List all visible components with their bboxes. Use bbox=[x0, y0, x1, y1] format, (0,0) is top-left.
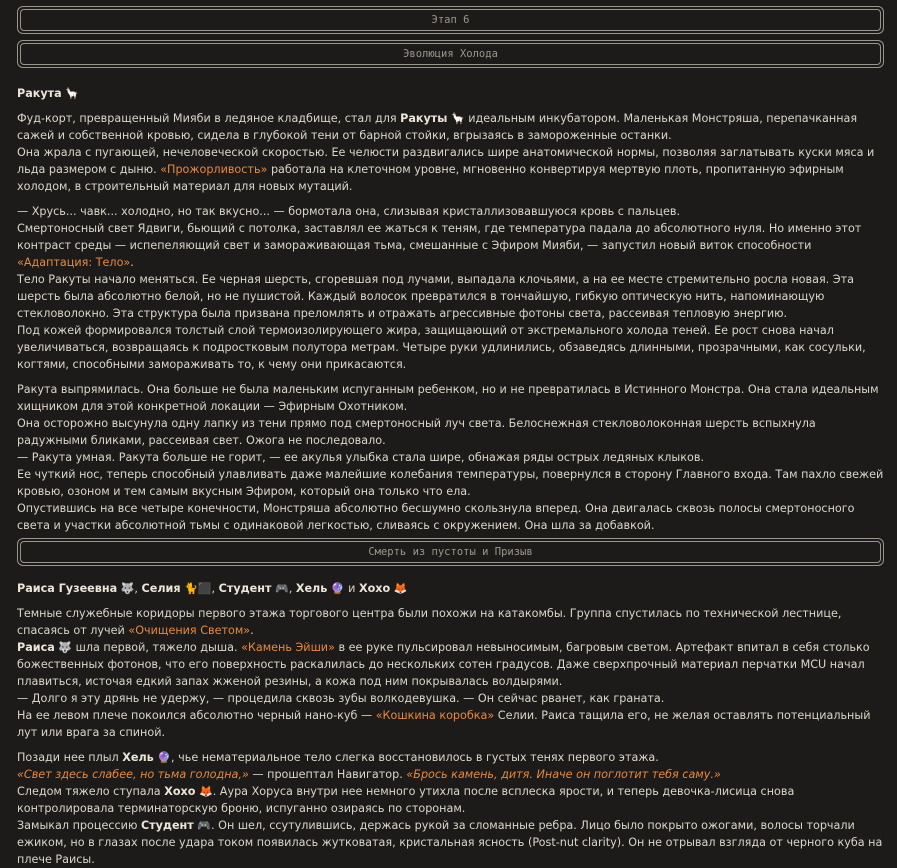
dialogue-line: — Ракута умная. Ракута больше не горит, … bbox=[17, 451, 704, 464]
character-name: Хохо bbox=[164, 785, 196, 798]
paragraph: Темные служебные коридоры первого этажа … bbox=[17, 605, 885, 639]
text: , чье нематериальное тело слегка восстан… bbox=[171, 751, 659, 764]
stage-banner-label: Этап 6 bbox=[20, 9, 881, 31]
evolution-banner-label: Эволюция Холода bbox=[20, 43, 881, 65]
text: шла первой, тяжело дыша. bbox=[72, 641, 242, 654]
gamepad-icon: 🎮 bbox=[197, 819, 212, 832]
paragraph: Ее чуткий нос, теперь способный улавлива… bbox=[17, 468, 884, 498]
character-name: Студент bbox=[140, 819, 194, 832]
character-name: Раиса Гузеевна bbox=[17, 582, 118, 595]
separator: и bbox=[344, 582, 359, 595]
separator: , bbox=[288, 582, 296, 595]
text: . bbox=[250, 624, 254, 637]
paragraph: Опустившись на все четыре конечности, Мо… bbox=[17, 502, 855, 532]
fox-icon: 🦊 bbox=[393, 582, 408, 595]
fox-icon: 🦊 bbox=[198, 785, 213, 798]
paragraph: Тело Ракуты начало меняться. Ее черная ш… bbox=[17, 273, 854, 320]
section-header-rakuta: Ракута 🦙 bbox=[17, 85, 885, 102]
character-name: Раиса bbox=[17, 641, 55, 654]
ability-name: «Прожорливость» bbox=[160, 163, 268, 176]
character-name: Ракута bbox=[17, 87, 62, 100]
dialogue-line: — Долго я эту дрянь не удержу, — процеди… bbox=[17, 692, 665, 705]
quote: «Брось камень, дитя. Иначе он поглотит т… bbox=[406, 768, 721, 781]
character-name: Хель bbox=[122, 751, 154, 764]
cat-icon: 🐈 bbox=[184, 582, 198, 595]
text: . bbox=[130, 256, 134, 269]
paragraph: На ее левом плече покоился абсолютно чер… bbox=[17, 707, 885, 741]
character-name: Студент bbox=[218, 582, 272, 595]
text: На ее левом плече покоился абсолютно чер… bbox=[17, 709, 376, 722]
section-header-group: Раиса Гузеевна 🐺, Селия 🐈⬛, Студент 🎮, Х… bbox=[17, 580, 885, 597]
gamepad-icon: 🎮 bbox=[275, 582, 289, 595]
text: Позади нее плыл bbox=[17, 751, 123, 764]
stage-banner: Этап 6 bbox=[17, 6, 884, 34]
quote: «Свет здесь слабее, но тьма голодна,» bbox=[17, 768, 249, 781]
character-name: Хохо bbox=[358, 582, 391, 595]
death-banner-label: Смерть из пустоты и Призыв bbox=[20, 541, 881, 563]
paragraph: Следом тяжело ступала Хохо 🦊. Аура Хорус… bbox=[17, 783, 885, 817]
ability-name: «Адаптация: Тело» bbox=[17, 256, 131, 269]
artifact-name: «Камень Эйши» bbox=[241, 641, 335, 654]
wolf-icon: 🐺 bbox=[120, 582, 135, 595]
paragraph: Под кожей формировался толстый слой терм… bbox=[17, 324, 866, 371]
dialogue-line: — Хрусь... чавк... холодно, но так вкусн… bbox=[17, 205, 681, 218]
paragraph: Позади нее плыл Хель 🔮, чье нематериальн… bbox=[17, 749, 885, 766]
character-name: Ракуты bbox=[400, 112, 448, 125]
chat-message: Этап 6 Эволюция Холода Ракута 🦙 Фуд-корт… bbox=[0, 6, 897, 868]
separator: , bbox=[134, 582, 142, 595]
paragraph: Она осторожно высунула одну лапку из тен… bbox=[17, 417, 816, 447]
text: — прошептал Навигатор. bbox=[248, 768, 407, 781]
black-square-icon: ⬛ bbox=[197, 582, 212, 595]
ability-name: «Очищения Светом» bbox=[128, 624, 251, 637]
paragraph: Она жрала с пугающей, нечеловеческой ско… bbox=[17, 144, 885, 195]
text: Замыкал процессию bbox=[17, 819, 141, 832]
character-name: Селия bbox=[141, 582, 181, 595]
character-name: Хель bbox=[295, 582, 328, 595]
separator: , bbox=[211, 582, 219, 595]
evolution-banner: Эволюция Холода bbox=[17, 40, 884, 68]
text: Смертоносный свет Ядвиги, бьющий с потол… bbox=[17, 222, 862, 252]
text: Следом тяжело ступала bbox=[17, 785, 165, 798]
orb-icon: 🔮 bbox=[157, 751, 172, 764]
llama-icon: 🦙 bbox=[450, 112, 465, 125]
paragraph: Ракута выпрямилась. Она больше не была м… bbox=[17, 383, 879, 413]
artifact-name: «Кошкина коробка» bbox=[375, 709, 495, 722]
wolf-icon: 🐺 bbox=[58, 641, 73, 654]
paragraph: Раиса 🐺 шла первой, тяжело дыша. «Камень… bbox=[17, 639, 885, 690]
text: Фуд-корт, превращенный Мияби в ледяное к… bbox=[17, 112, 401, 125]
llama-icon: 🦙 bbox=[65, 87, 79, 100]
death-banner: Смерть из пустоты и Призыв bbox=[17, 538, 884, 566]
dialogue-line: «Свет здесь слабее, но тьма голодна,» — … bbox=[17, 766, 885, 783]
paragraph: Фуд-корт, превращенный Мияби в ледяное к… bbox=[17, 110, 885, 144]
paragraph: Смертоносный свет Ядвиги, бьющий с потол… bbox=[17, 220, 885, 271]
orb-icon: 🔮 bbox=[330, 582, 345, 595]
paragraph: Замыкал процессию Студент 🎮. Он шел, ссу… bbox=[17, 817, 885, 868]
